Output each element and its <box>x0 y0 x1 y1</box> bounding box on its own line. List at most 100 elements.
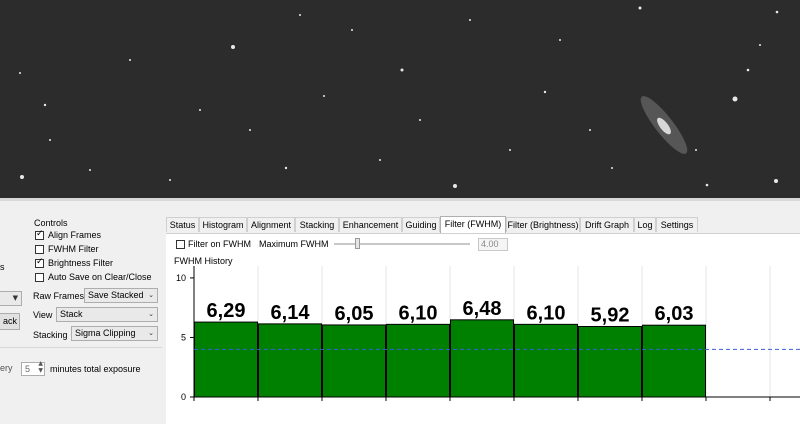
star <box>589 129 591 131</box>
star <box>299 14 301 16</box>
stacking-value: Sigma Clipping <box>75 328 136 338</box>
chevron-down-icon: ⌄ <box>148 291 154 299</box>
chevron-down-icon: ⌄ <box>148 329 154 337</box>
star <box>746 68 750 72</box>
bar-value-label: 6,10 <box>527 302 566 324</box>
tab-stacking[interactable]: Stacking <box>295 217 339 232</box>
tab-drift-graph[interactable]: Drift Graph <box>580 217 634 232</box>
brightness-filter-checkbox[interactable] <box>35 257 44 268</box>
star <box>469 19 471 21</box>
star <box>284 166 288 170</box>
align-frames-checkbox[interactable] <box>35 229 44 240</box>
max-fwhm-input[interactable]: 4.00 <box>478 238 508 251</box>
y-tick-label: 5 <box>181 332 186 342</box>
max-fwhm-slider-thumb[interactable] <box>355 238 361 249</box>
fwhm-filter-checkbox[interactable] <box>35 245 44 254</box>
star <box>611 167 613 169</box>
star <box>509 149 511 151</box>
filter-on-fwhm-label: Filter on FWHM <box>188 239 251 249</box>
star <box>49 139 51 141</box>
exposure-stepper[interactable]: 5 ▲ ▼ <box>21 361 45 376</box>
star <box>199 109 201 111</box>
tab-enhancement[interactable]: Enhancement <box>339 217 402 232</box>
bar-value-label: 6,48 <box>463 298 502 320</box>
star <box>19 72 21 74</box>
view-label: View <box>33 310 53 320</box>
stepper-down-icon[interactable]: ▼ <box>38 368 43 374</box>
bar-value-label: 6,29 <box>207 300 246 322</box>
star <box>89 169 91 171</box>
raw-frames-value: Save Stacked <box>88 290 144 300</box>
bar-value-label: 6,03 <box>655 303 694 325</box>
raw-frames-select[interactable]: Save Stacked ⌄ <box>84 288 158 303</box>
star <box>559 39 561 41</box>
bar <box>514 323 578 398</box>
auto-save-checkbox[interactable] <box>35 273 44 282</box>
tab-settings[interactable]: Settings <box>656 217 698 232</box>
tab-filter-fwhm[interactable]: Filter (FWHM) <box>440 216 506 233</box>
exposure-value: 5 <box>25 364 31 374</box>
bar <box>258 323 322 398</box>
bar <box>386 323 450 398</box>
tab-guiding[interactable]: Guiding <box>402 217 440 232</box>
brightness-filter-label: Brightness Filter <box>48 258 114 268</box>
left-partial-button[interactable]: ack <box>0 313 20 330</box>
separator <box>0 347 162 348</box>
stacking-select[interactable]: Sigma Clipping ⌄ <box>71 326 158 341</box>
bar-value-label: 5,92 <box>591 304 630 326</box>
star <box>705 183 709 187</box>
star <box>351 29 353 31</box>
bar-value-label: 6,14 <box>271 302 311 324</box>
fwhm-filter-label: FWHM Filter <box>48 244 99 254</box>
star <box>638 6 642 10</box>
chevron-down-icon: ▼ <box>12 294 18 302</box>
star <box>379 159 381 161</box>
star <box>543 90 547 94</box>
raw-frames-label: Raw Frames <box>33 291 85 301</box>
align-frames-label: Align Frames <box>48 230 102 240</box>
star <box>419 119 421 121</box>
bar <box>642 324 706 398</box>
left-partial-button-label: ack <box>2 316 17 326</box>
star <box>695 149 697 151</box>
exposure-suffix: minutes total exposure <box>50 364 141 374</box>
tab-histogram[interactable]: Histogram <box>199 217 247 232</box>
bar <box>194 321 258 398</box>
exposure-prefix: ery <box>0 363 13 373</box>
stacking-label: Stacking <box>33 330 68 340</box>
star <box>129 59 131 61</box>
tab-status[interactable]: Status <box>166 217 199 232</box>
chevron-down-icon: ⌄ <box>148 310 154 318</box>
filter-on-fwhm-checkbox[interactable] <box>176 240 185 249</box>
star <box>774 179 778 183</box>
bar-value-label: 6,05 <box>335 303 374 325</box>
auto-save-label: Auto Save on Clear/Close <box>48 272 152 282</box>
max-fwhm-label: Maximum FWHM <box>259 239 329 249</box>
fwhm-history-chart: 0 5 10 6,29 6,14 6,05 6,10 6,48 6,10 5,92 6,03 <box>176 266 800 402</box>
view-value: Stack <box>60 309 83 319</box>
star <box>323 95 325 97</box>
sky-image-view <box>0 0 800 198</box>
bar <box>322 324 386 398</box>
left-partial-dropdown[interactable]: ▼ <box>0 291 22 306</box>
star-field <box>19 6 779 188</box>
max-fwhm-value: 4.00 <box>481 239 499 249</box>
bar-value-label: 6,10 <box>399 302 438 324</box>
y-tick-label: 0 <box>181 392 186 402</box>
star <box>249 129 251 131</box>
tab-alignment[interactable]: Alignment <box>247 217 295 232</box>
tab-filter-brightness[interactable]: Filter (Brightness) <box>506 217 580 232</box>
star <box>20 175 24 179</box>
controls-title: Controls <box>34 218 68 228</box>
star <box>231 45 235 49</box>
y-tick-label: 10 <box>176 273 186 283</box>
tab-log[interactable]: Log <box>634 217 656 232</box>
view-select[interactable]: Stack ⌄ <box>56 307 158 322</box>
star <box>453 184 457 188</box>
star <box>759 44 761 46</box>
star <box>43 103 47 107</box>
star <box>732 96 738 102</box>
star <box>775 10 779 14</box>
star <box>169 179 171 181</box>
star <box>400 68 404 72</box>
